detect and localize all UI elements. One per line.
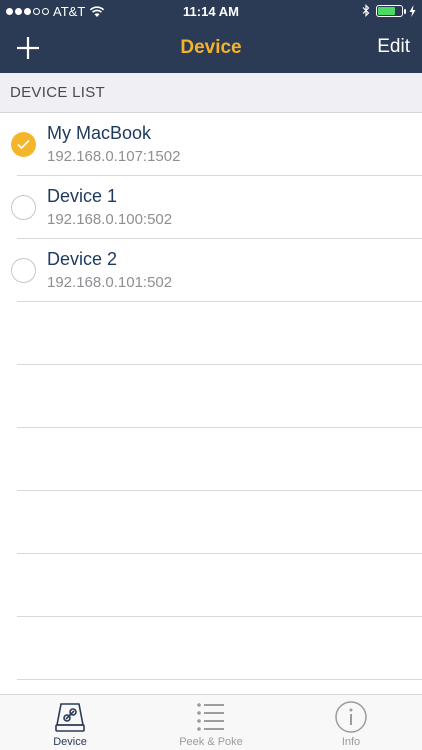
checkmark-icon [17, 139, 30, 150]
device-name: Device 1 [47, 186, 118, 206]
section-header-label: DEVICE LIST [10, 84, 105, 101]
select-radio[interactable] [11, 132, 36, 157]
empty-row [0, 491, 422, 554]
page-title: Device [180, 37, 242, 58]
tab-device[interactable]: Device [0, 695, 140, 750]
device-link-icon [55, 703, 85, 732]
device-row[interactable]: My MacBook 192.168.0.107:1502 [0, 113, 422, 176]
status-bar: AT&T 11:14 AM [0, 0, 422, 24]
device-address: 192.168.0.101:502 [47, 274, 173, 291]
empty-row [0, 554, 422, 617]
header: AT&T 11:14 AM Device Edit [0, 0, 422, 73]
empty-row [0, 428, 422, 491]
list-icon [197, 703, 224, 731]
status-time: 11:14 AM [183, 4, 239, 19]
nav-bar: Device Edit [0, 24, 422, 73]
device-list: My MacBook 192.168.0.107:1502 Device 1 1… [0, 113, 422, 680]
edit-button[interactable]: Edit [377, 36, 410, 58]
tab-info[interactable]: Info [281, 695, 421, 750]
empty-row [0, 365, 422, 428]
status-right [362, 4, 416, 17]
section-header: DEVICE LIST [0, 73, 422, 113]
empty-row [0, 617, 422, 680]
bluetooth-icon [362, 4, 370, 17]
tab-label: Peek & Poke [179, 736, 243, 748]
device-name: Device 2 [47, 249, 118, 269]
plus-icon [17, 37, 39, 59]
battery-icon [376, 4, 406, 17]
tab-peek-poke[interactable]: Peek & Poke [141, 695, 281, 750]
device-address: 192.168.0.100:502 [47, 211, 173, 228]
tab-bar: Device Peek & Poke Info [0, 694, 422, 750]
device-row[interactable]: Device 2 192.168.0.101:502 [0, 239, 422, 302]
select-radio[interactable] [11, 258, 36, 283]
info-icon [335, 701, 367, 733]
device-row[interactable]: Device 1 192.168.0.100:502 [0, 176, 422, 239]
empty-row [0, 302, 422, 365]
battery-fill [378, 6, 396, 15]
device-address: 192.168.0.107:1502 [47, 148, 181, 165]
select-radio[interactable] [11, 195, 36, 220]
add-device-button[interactable] [14, 34, 42, 62]
device-name: My MacBook [47, 123, 152, 143]
charging-icon [409, 4, 416, 17]
tab-label: Info [341, 736, 361, 748]
tab-label: Device [53, 736, 87, 748]
